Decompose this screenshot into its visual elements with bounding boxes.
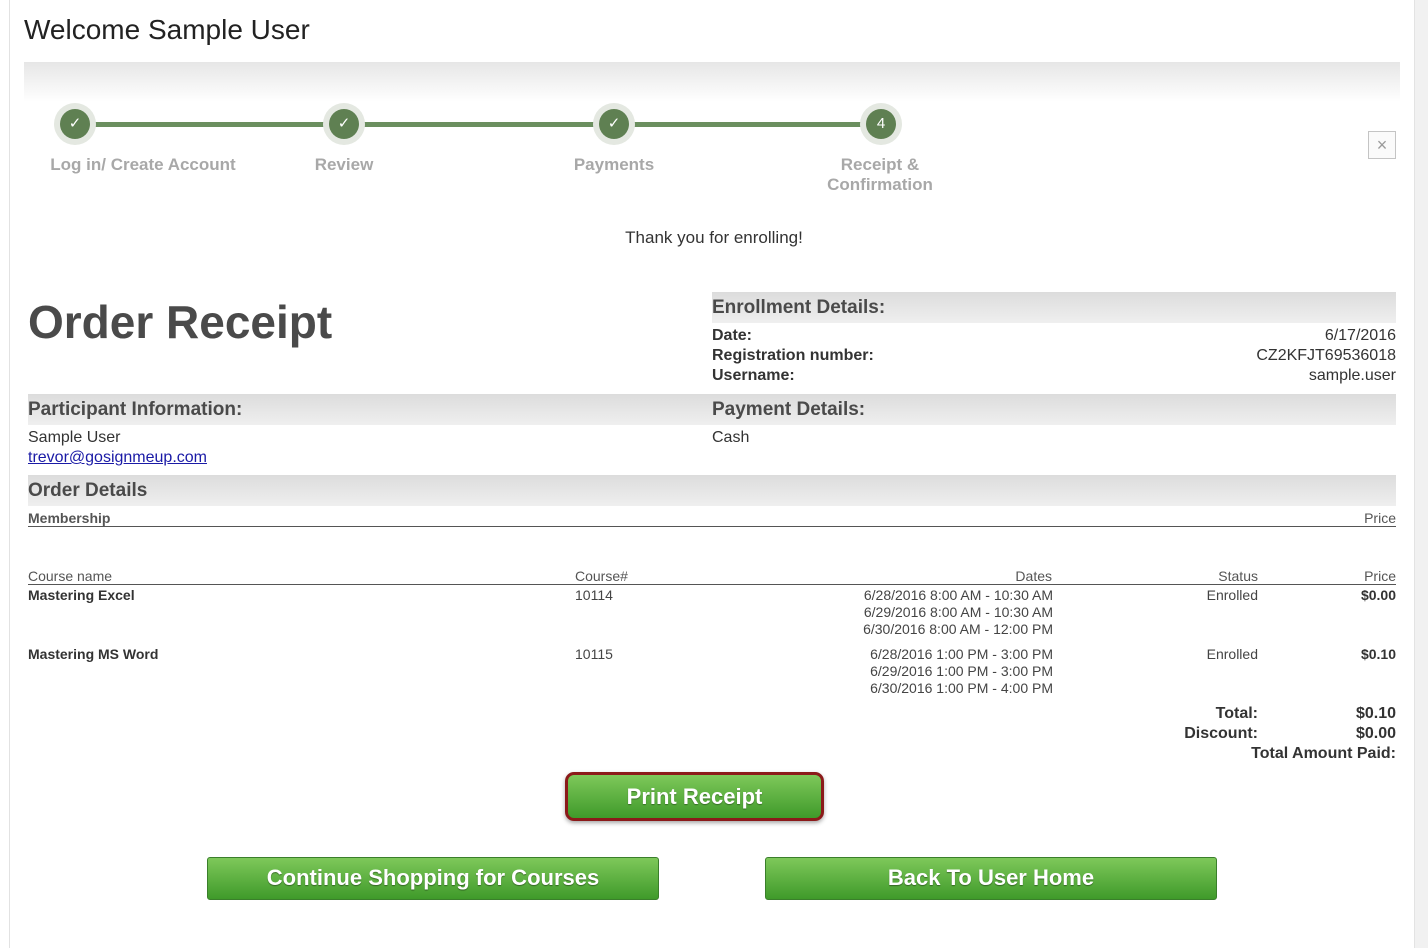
price-header: Price: [1364, 568, 1396, 584]
participant-info-heading: Participant Information:: [28, 394, 712, 425]
discount-value: $0.00: [1355, 725, 1396, 742]
discount-label: Discount:: [1184, 725, 1258, 742]
print-receipt-button[interactable]: Print Receipt: [565, 772, 824, 821]
order-details-heading: Order Details: [28, 475, 1396, 506]
date-value: 6/17/2016: [1324, 327, 1396, 344]
step-2-circle: ✓: [323, 103, 365, 145]
welcome-heading: Welcome Sample User: [24, 14, 310, 45]
scrollbar[interactable]: [1414, 0, 1428, 948]
divider: [28, 584, 1396, 585]
username-value: sample.user: [1308, 367, 1396, 384]
membership-header: Membership: [28, 510, 111, 526]
course-price: $0.00: [1360, 587, 1396, 603]
course-number: 10115: [575, 646, 613, 662]
course-number-header: Course#: [575, 568, 628, 584]
registration-label: Registration number:: [712, 347, 874, 364]
enrollment-details-heading: Enrollment Details:: [712, 292, 1396, 323]
step-number: 4: [866, 109, 896, 139]
course-name: Mastering MS Word: [28, 646, 159, 662]
divider: [28, 526, 1396, 527]
step-3-circle: ✓: [593, 103, 635, 145]
course-dates: 6/28/2016 1:00 PM - 3:00 PM 6/29/2016 1:…: [870, 646, 1053, 696]
status-header: Status: [1218, 568, 1258, 584]
thank-you-message: Thank you for enrolling!: [625, 228, 803, 247]
participant-email-link[interactable]: trevor@gosignmeup.com: [28, 449, 207, 467]
top-bar: [24, 62, 1400, 102]
payment-method: Cash: [712, 429, 750, 446]
step-3-label: Payments: [573, 155, 655, 174]
course-number: 10114: [575, 587, 613, 603]
page-title: Order Receipt: [28, 296, 333, 348]
registration-value: CZ2KFJT69536018: [1256, 347, 1396, 364]
check-icon: ✓: [599, 109, 629, 139]
course-name-header: Course name: [28, 568, 113, 584]
total-label: Total:: [1215, 705, 1258, 722]
back-to-user-home-button[interactable]: Back To User Home: [765, 857, 1217, 900]
total-value: $0.10: [1355, 705, 1396, 722]
step-1-label: Log in/ Create Account: [50, 155, 236, 174]
step-4-label: Receipt & Confirmation: [827, 155, 933, 194]
total-paid-label: Total Amount Paid:: [1251, 745, 1396, 762]
step-1-circle: ✓: [54, 103, 96, 145]
check-icon: ✓: [329, 109, 359, 139]
close-button[interactable]: ×: [1368, 131, 1396, 159]
username-label: Username:: [712, 367, 795, 384]
dates-header: Dates: [1015, 568, 1052, 584]
course-name: Mastering Excel: [28, 587, 135, 603]
step-4-circle: 4: [860, 103, 902, 145]
progress-track: [76, 122, 880, 127]
date-label: Date:: [712, 327, 753, 344]
course-dates: 6/28/2016 8:00 AM - 10:30 AM 6/29/2016 8…: [863, 587, 1053, 637]
left-border: [9, 0, 10, 948]
participant-name: Sample User: [28, 429, 121, 446]
payment-details-heading: Payment Details:: [712, 394, 1396, 425]
check-icon: ✓: [60, 109, 90, 139]
step-2-label: Review: [314, 155, 374, 174]
course-status: Enrolled: [1206, 587, 1258, 603]
course-price: $0.10: [1360, 646, 1396, 662]
membership-price-header: Price: [1364, 510, 1396, 526]
close-icon: ×: [1376, 135, 1388, 155]
continue-shopping-button[interactable]: Continue Shopping for Courses: [207, 857, 659, 900]
course-status: Enrolled: [1206, 646, 1258, 662]
